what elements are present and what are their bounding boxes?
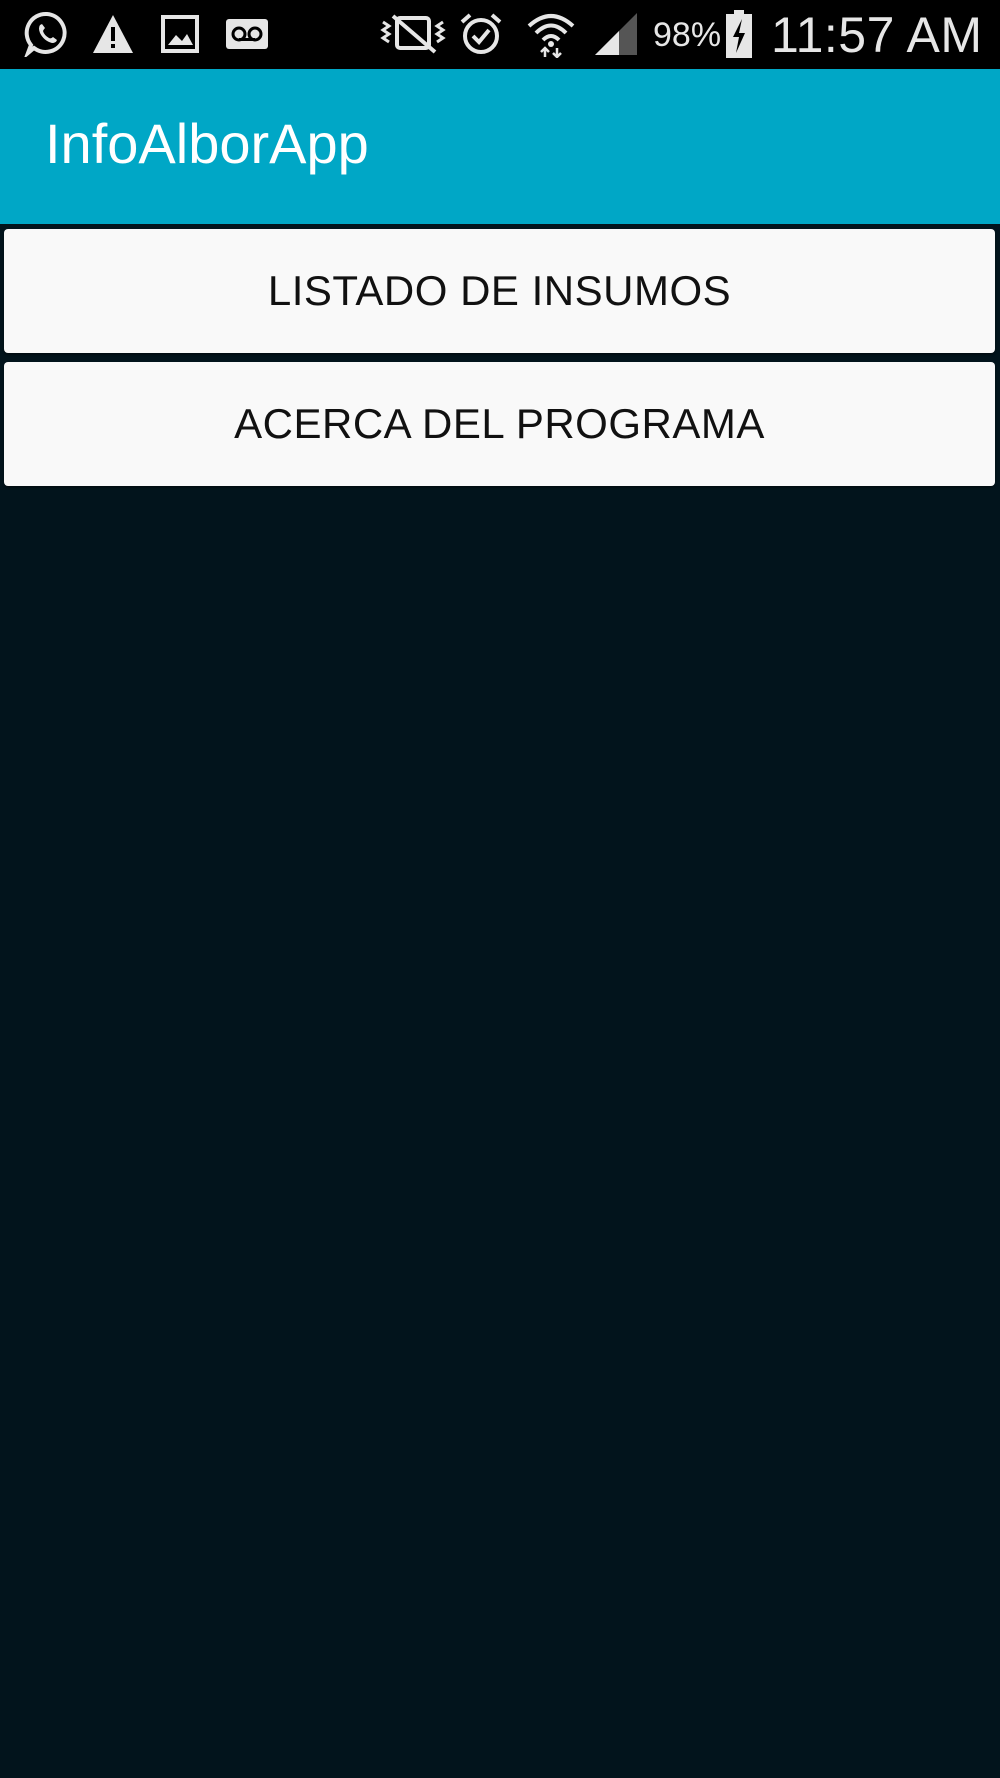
signal-icon [592,9,640,59]
app-bar: InfoAlborApp [0,69,1000,224]
acerca-del-programa-button[interactable]: ACERCA DEL PROGRAMA [4,362,995,486]
whatsapp-icon [22,9,72,59]
app-title: InfoAlborApp [45,112,369,175]
alarm-icon [458,9,504,59]
vibrate-icon [378,9,448,59]
listado-de-insumos-button[interactable]: LISTADO DE INSUMOS [4,229,995,353]
voicemail-icon [224,9,270,59]
battery-percent: 98% [653,15,722,54]
battery-charging-icon [724,9,754,59]
image-icon [158,9,202,59]
warning-icon [90,9,136,59]
status-bar: 98% 11:57 AM [0,0,1000,69]
wifi-icon [524,9,578,59]
status-clock: 11:57 AM [771,7,983,63]
app-screen: 98% 11:57 AM InfoAlborApp LISTADO DE INS… [0,0,1000,1778]
